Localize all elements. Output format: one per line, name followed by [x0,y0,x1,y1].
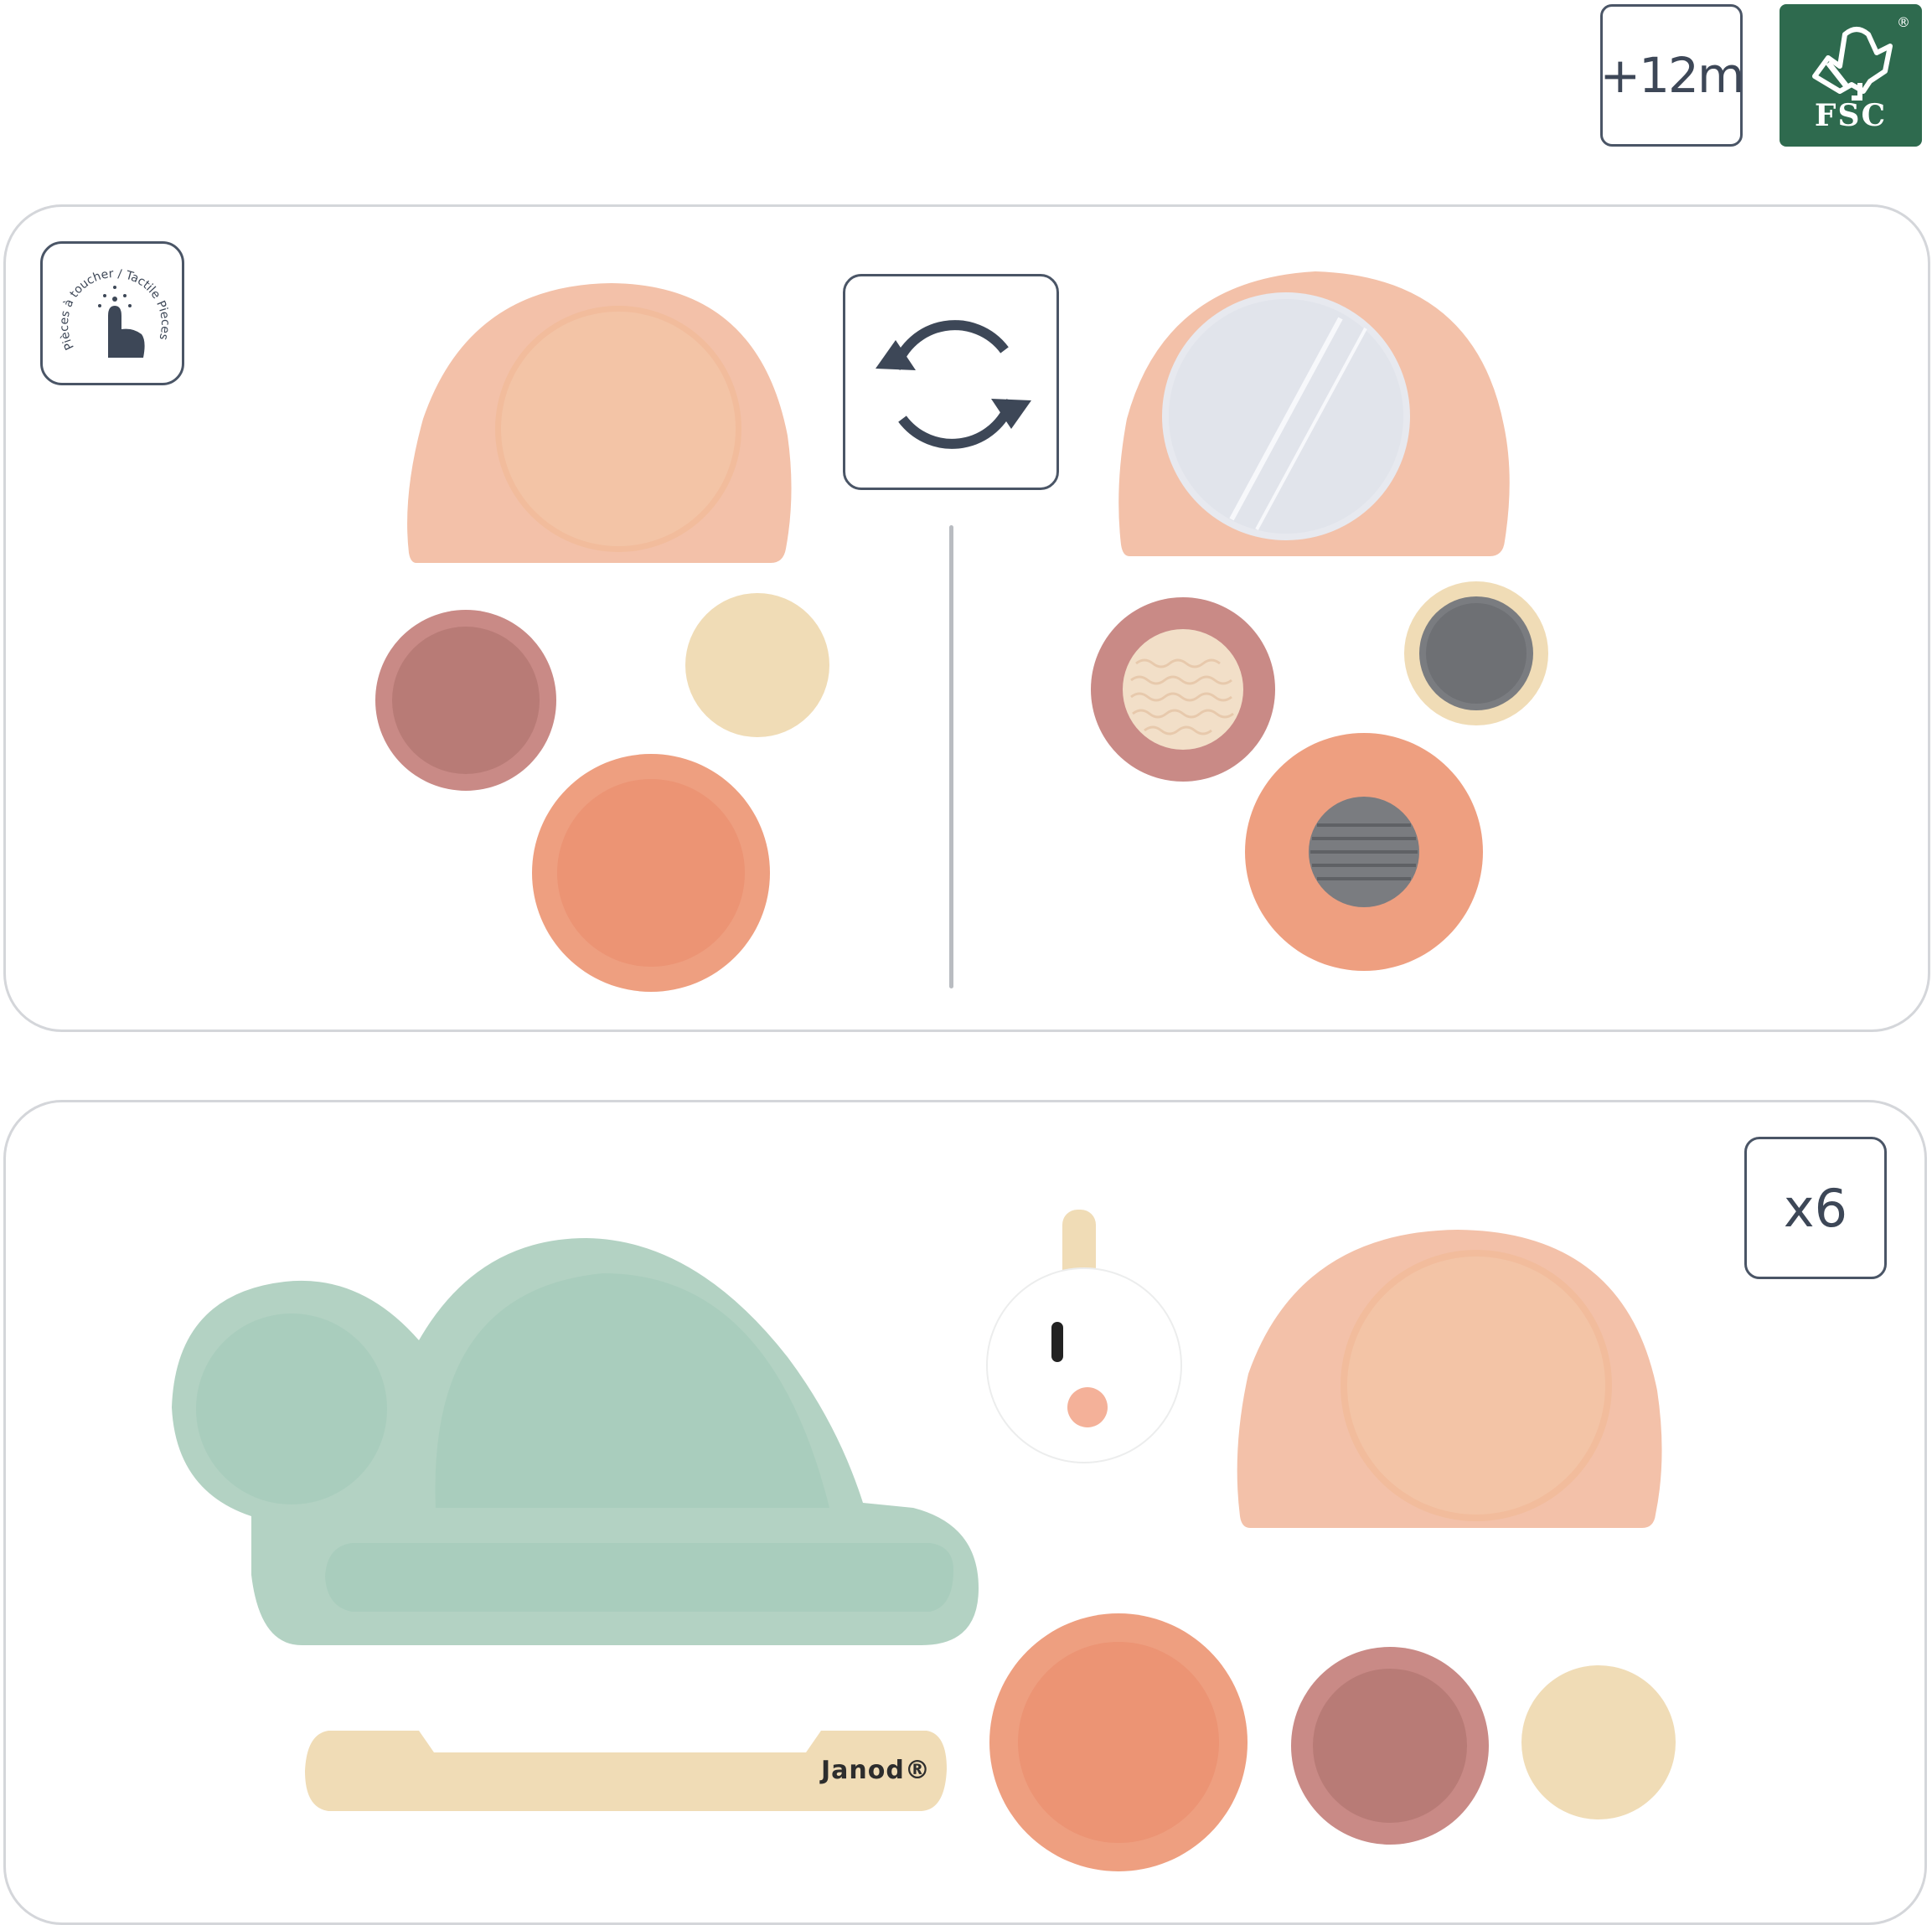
wood-disc [1521,1665,1676,1819]
mint-base-recess-bar [325,1543,953,1612]
contents-illustration [172,1210,1676,1871]
head-nose [1067,1387,1108,1427]
white-head [986,1267,1182,1463]
mint-base-recess-small [196,1313,387,1504]
brand-logo: Janod® [821,1756,931,1785]
head-eye [1051,1322,1063,1362]
